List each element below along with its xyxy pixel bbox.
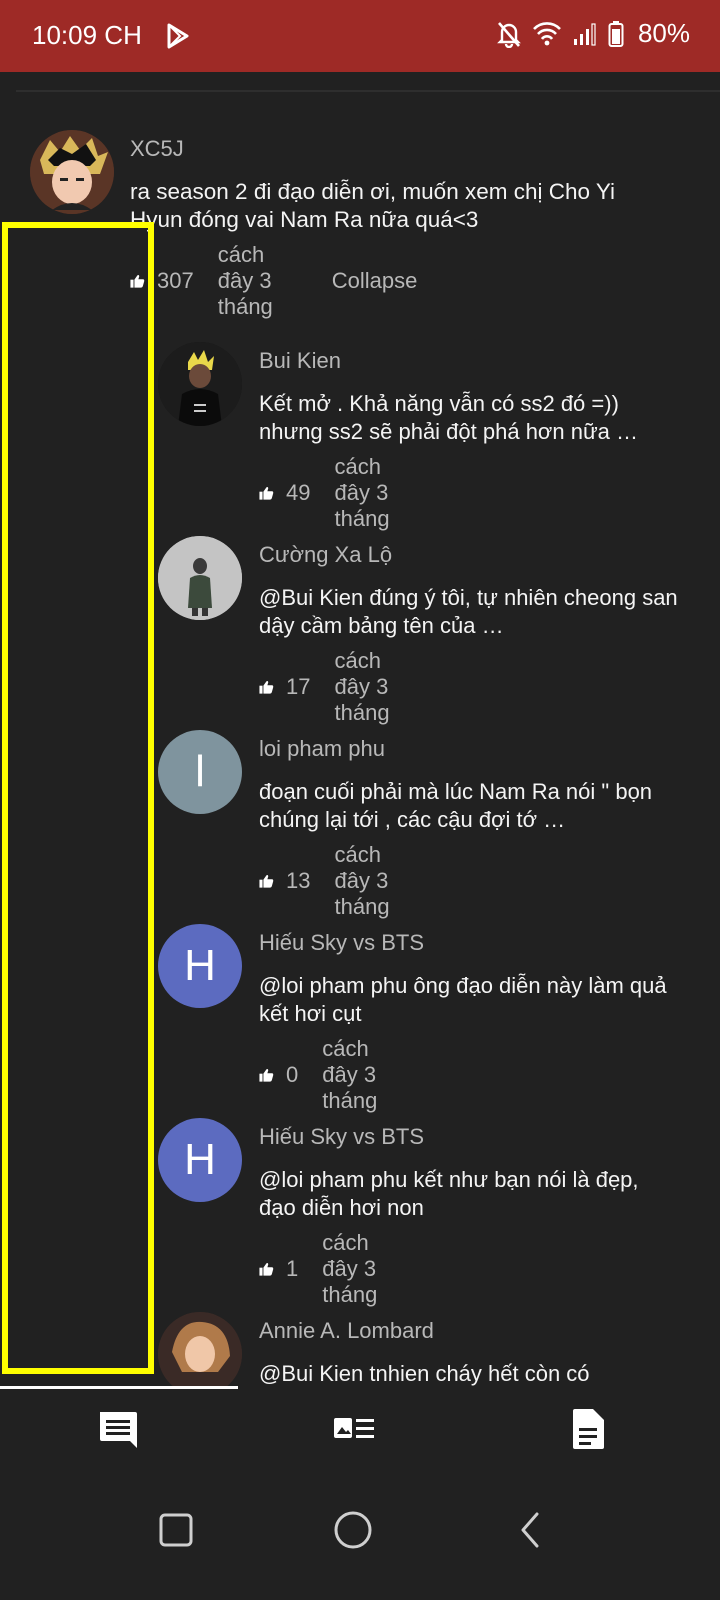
reply-author[interactable]: Annie A. Lombard bbox=[259, 1318, 434, 1344]
tab-bar bbox=[0, 1389, 720, 1469]
comments-icon bbox=[100, 1412, 137, 1448]
recents-button[interactable] bbox=[148, 1502, 204, 1558]
home-button[interactable] bbox=[325, 1502, 381, 1558]
back-button[interactable] bbox=[502, 1502, 558, 1558]
tab-comments[interactable] bbox=[96, 1407, 140, 1451]
tab-description[interactable] bbox=[566, 1407, 610, 1451]
recents-icon bbox=[159, 1513, 193, 1547]
system-nav-bar bbox=[0, 1470, 720, 1600]
reply-text: @Bui Kien tnhien cháy hết còn có bbox=[259, 1361, 590, 1386]
related-videos-icon bbox=[334, 1418, 374, 1438]
reply-item: Annie A. Lombard @Bui Kien tnhien cháy h… bbox=[0, 0, 720, 1386]
home-icon bbox=[334, 1511, 372, 1549]
description-icon bbox=[573, 1409, 604, 1449]
avatar-image bbox=[158, 1312, 242, 1386]
back-icon bbox=[521, 1512, 539, 1548]
avatar[interactable] bbox=[158, 1312, 242, 1386]
tab-related[interactable] bbox=[332, 1407, 376, 1451]
